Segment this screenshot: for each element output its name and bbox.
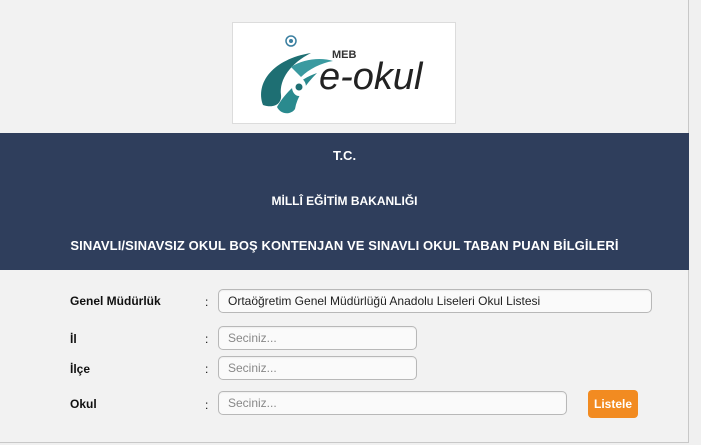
okul-select[interactable]: Seciniz...	[218, 391, 567, 415]
genel-mudurluk-label: Genel Müdürlük	[70, 294, 161, 308]
okul-colon: :	[205, 398, 209, 412]
page-header-banner: T.C. MİLLÎ EĞİTİM BAKANLIĞI SINAVLI/SINA…	[0, 133, 689, 270]
il-label: İl	[70, 332, 77, 346]
header-ministry: MİLLÎ EĞİTİM BAKANLIĞI	[271, 194, 418, 208]
il-select[interactable]: Seciniz...	[218, 326, 417, 350]
ilce-select[interactable]: Seciniz...	[218, 356, 417, 380]
okul-label: Okul	[70, 397, 97, 411]
page-title: SINAVLI/SINAVSIZ OKUL BOŞ KONTENJAN VE S…	[70, 238, 619, 253]
ilce-colon: :	[205, 362, 209, 376]
il-colon: :	[205, 332, 209, 346]
meb-eokul-logo: MEB e-okul	[232, 22, 456, 124]
ilce-label: İlçe	[70, 362, 91, 376]
genel-mudurluk-select[interactable]: Ortaöğretim Genel Müdürlüğü Anadolu Lise…	[218, 289, 652, 313]
genel-mudurluk-colon: :	[205, 295, 209, 309]
listele-button[interactable]: Listele	[588, 390, 638, 418]
header-tc: T.C.	[332, 148, 357, 163]
logo-eokul-text: e-okul	[319, 56, 424, 98]
eokul-emblem-icon: MEB e-okul	[261, 35, 424, 114]
